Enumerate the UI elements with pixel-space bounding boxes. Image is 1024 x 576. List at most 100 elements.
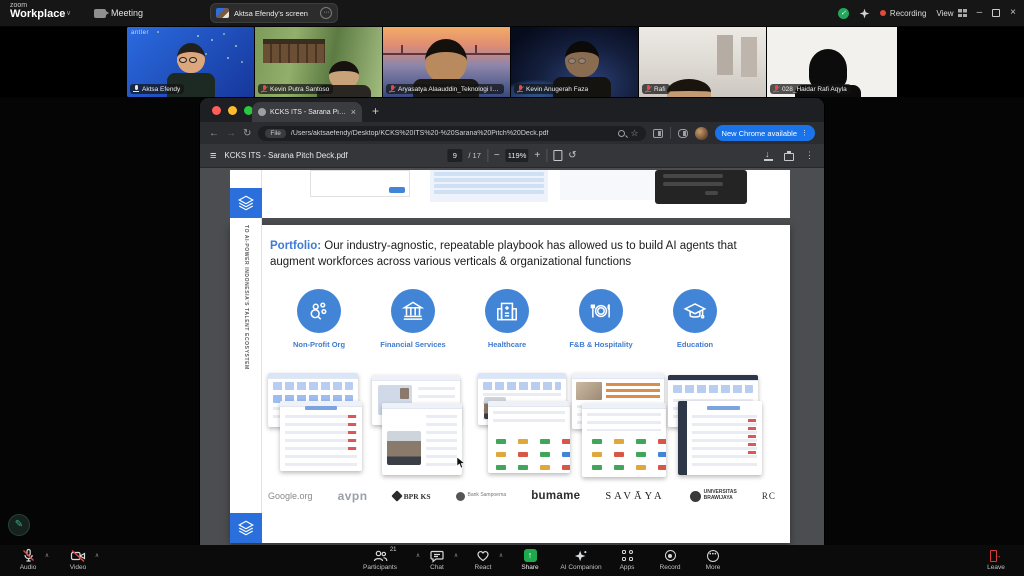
- app-screenshot: [280, 401, 362, 471]
- mic-muted-icon: [645, 85, 651, 93]
- hospital-icon: [485, 289, 529, 333]
- participant-name-badge: Kevin Putra Santoso: [258, 84, 333, 94]
- participants-button[interactable]: 21 Participants: [348, 548, 412, 571]
- participant-name: 028_Haidar Rafi Aqyla: [782, 86, 847, 93]
- bookmark-star-icon[interactable]: ☆: [630, 129, 638, 138]
- bprks-diamond-icon: [391, 490, 402, 501]
- participant-name-badge: Kevin Anugerah Faza: [514, 84, 592, 94]
- logo-bpr-ks: BPR KS: [404, 492, 431, 501]
- new-chrome-label: New Chrome available: [722, 129, 797, 138]
- logo-bumame: bumame: [531, 490, 580, 502]
- browser-tab-pdf[interactable]: KCKS ITS - Sarana Pitch Dec ×: [252, 102, 362, 122]
- video-tile-aktsa[interactable]: antler Aktsa Efendy: [127, 27, 254, 97]
- mic-muted-icon: [389, 85, 395, 93]
- new-tab-button[interactable]: +: [372, 104, 379, 118]
- camera-off-icon: [70, 549, 86, 563]
- video-tile-haidar[interactable]: 028_Haidar Rafi Aqyla: [767, 27, 897, 97]
- tab-close-icon[interactable]: ×: [351, 107, 356, 117]
- zoom-titlebar: zoom Workplace ∨ Meeting Aktsa Efendy's …: [0, 0, 1024, 26]
- video-tile-kevin-p[interactable]: Kevin Putra Santoso: [255, 27, 382, 97]
- browser-toolbar: ← → ↻ File /Users/aktsaefendy/Desktop/KC…: [200, 122, 824, 144]
- pdf-viewer-toolbar: ≡ KCKS ITS - Sarana Pitch Deck.pdf 9 / 1…: [200, 144, 824, 168]
- tab-strip: KCKS ITS - Sarana Pitch Dec × +: [200, 98, 824, 122]
- pdf-zoom-level[interactable]: 119%: [506, 149, 529, 162]
- logo-savaya: SAVĀYA: [605, 491, 664, 502]
- zoom-level-icon[interactable]: [618, 130, 625, 137]
- shared-screen-banner[interactable]: Aktsa Efendy's screen ⋯: [210, 3, 338, 23]
- close-button[interactable]: ×: [1010, 8, 1016, 18]
- reload-button[interactable]: ↻: [243, 128, 251, 139]
- security-shield-icon[interactable]: ✓: [838, 8, 849, 19]
- mic-icon: [133, 85, 139, 93]
- mouse-cursor: [456, 457, 466, 469]
- video-tile-kevin-a[interactable]: Kevin Anugerah Faza: [511, 27, 638, 97]
- mic-muted-icon: [773, 85, 779, 93]
- profile-avatar[interactable]: [695, 127, 708, 140]
- side-panel-icon[interactable]: [653, 129, 663, 138]
- layers-icon: [230, 513, 262, 543]
- mac-close-icon[interactable]: [212, 106, 221, 115]
- extensions-icon[interactable]: [678, 129, 688, 138]
- recording-label: Recording: [890, 9, 926, 18]
- video-button[interactable]: Video: [46, 548, 110, 571]
- mac-window-controls[interactable]: [212, 106, 253, 115]
- glasses: [568, 58, 586, 64]
- more-button[interactable]: ••• More: [681, 548, 745, 571]
- annotation-button[interactable]: ✎: [8, 514, 30, 536]
- share-options-icon[interactable]: ⋯: [320, 7, 332, 19]
- brand-chevron-icon[interactable]: ∨: [66, 9, 71, 17]
- rotate-icon[interactable]: ↺: [568, 150, 576, 161]
- forward-button[interactable]: →: [226, 128, 236, 139]
- category-nonprofit: Non-Profit Org: [273, 289, 365, 349]
- recording-indicator[interactable]: Recording: [880, 9, 926, 18]
- video-tile-rafi[interactable]: Rafi: [639, 27, 766, 97]
- address-bar[interactable]: File /Users/aktsaefendy/Desktop/KCKS%20I…: [258, 126, 645, 141]
- chrome-menu-dots-icon[interactable]: ⋮: [801, 129, 808, 137]
- app-screenshot: [382, 403, 462, 475]
- view-button[interactable]: View: [936, 9, 966, 18]
- mic-muted-icon: [21, 548, 36, 563]
- zoom-out-button[interactable]: −: [494, 151, 500, 161]
- recording-dot-icon: [880, 10, 886, 16]
- url-text: /Users/aktsaefendy/Desktop/KCKS%20ITS%20…: [291, 130, 614, 137]
- app-screenshot: [678, 401, 762, 475]
- temple-backdrop: [263, 39, 325, 63]
- category-education: Education: [649, 289, 741, 349]
- leave-button[interactable]: Leave: [964, 548, 1024, 571]
- tab-favicon: [258, 108, 266, 116]
- bank-icon: [391, 289, 435, 333]
- brand-workplace: Workplace: [10, 9, 65, 20]
- more-icon: •••: [707, 550, 719, 562]
- mac-minimize-icon[interactable]: [228, 106, 237, 115]
- participant-name: Rafi: [654, 86, 666, 93]
- zoom-in-button[interactable]: +: [534, 151, 540, 161]
- share-screen-icon: ↑: [524, 549, 537, 562]
- participants-icon: [373, 549, 388, 563]
- print-icon[interactable]: [784, 153, 794, 161]
- pdf-page-input[interactable]: 9: [447, 149, 462, 162]
- screenshot-fragment: [430, 170, 548, 202]
- zoom-meeting-window: zoom Workplace ∨ Meeting Aktsa Efendy's …: [0, 0, 1024, 576]
- pdf-menu-icon[interactable]: ≡: [210, 150, 216, 162]
- participant-name-badge: 028_Haidar Rafi Aqyla: [770, 84, 851, 94]
- pdf-page-area[interactable]: TO AI-POWER INDONESIA'S TALENT ECOSYSTEM…: [200, 168, 824, 545]
- pdf-more-icon[interactable]: ⋮: [805, 150, 814, 161]
- video-tile-aryasatya[interactable]: Aryasatya Alaauddin_Teknologi Info...: [383, 27, 510, 97]
- category-financial: Financial Services: [367, 289, 459, 349]
- video-options-chevron[interactable]: ∧: [95, 552, 99, 559]
- tab-meeting[interactable]: Meeting: [88, 4, 149, 22]
- back-button[interactable]: ←: [209, 128, 219, 139]
- meeting-tab-label: Meeting: [111, 8, 143, 18]
- slide-title-text: Our industry-agnostic, repeatable playbo…: [270, 240, 737, 268]
- ai-sparkle-icon[interactable]: [859, 8, 870, 19]
- download-icon[interactable]: [764, 151, 773, 161]
- new-chrome-available-button[interactable]: New Chrome available ⋮: [715, 125, 815, 141]
- person: [425, 39, 467, 83]
- apps-icon: [622, 550, 633, 561]
- pdf-page-total: / 17: [468, 151, 481, 160]
- virtual-bg-watermark: antler: [131, 30, 149, 36]
- maximize-button[interactable]: [992, 9, 1000, 17]
- fit-to-page-icon[interactable]: [553, 150, 562, 161]
- participant-name: Aktsa Efendy: [142, 86, 180, 93]
- minimize-button[interactable]: –: [977, 8, 983, 18]
